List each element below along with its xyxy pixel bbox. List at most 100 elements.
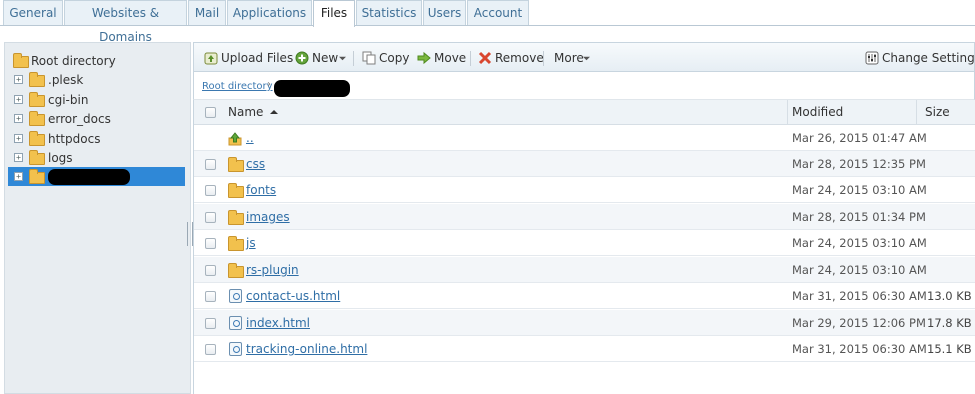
- file-table: Name Modified Size .. Mar 26, 2015 01:47…: [193, 100, 975, 394]
- name-column-header[interactable]: Name: [228, 105, 279, 119]
- folder-icon: [29, 72, 45, 87]
- expand-icon[interactable]: +: [14, 114, 23, 123]
- tab-users[interactable]: Users: [423, 0, 466, 25]
- table-row[interactable]: js Mar 24, 2015 03:10 AM: [194, 230, 975, 256]
- modified-column-header[interactable]: Modified: [792, 105, 843, 119]
- folder-icon: [228, 210, 244, 225]
- tree-item-error-docs[interactable]: + error_docs: [5, 109, 190, 128]
- expand-icon[interactable]: +: [14, 172, 23, 181]
- tree-item-selected-redacted[interactable]: +: [8, 167, 185, 186]
- modified-date: Mar 31, 2015 06:30 AM: [792, 342, 927, 356]
- tree-item-label: error_docs: [48, 112, 111, 126]
- chevron-down-icon: [339, 56, 346, 61]
- tree-item-cgi-bin[interactable]: + cgi-bin: [5, 90, 190, 109]
- change-settings-button[interactable]: Change Settings: [865, 50, 975, 66]
- row-checkbox[interactable]: [205, 185, 216, 196]
- folder-icon: [228, 183, 244, 198]
- tab-applications[interactable]: Applications: [227, 0, 312, 25]
- row-checkbox[interactable]: [205, 265, 216, 276]
- tree-item-plesk[interactable]: + .plesk: [5, 70, 190, 89]
- folder-icon: [29, 169, 45, 184]
- tree-item-label: logs: [48, 151, 73, 165]
- table-row[interactable]: tracking-online.html Mar 31, 2015 06:30 …: [194, 336, 975, 362]
- tab-general[interactable]: General: [3, 0, 63, 25]
- breadcrumb-separator: ›: [267, 79, 271, 90]
- up-folder-icon: [228, 132, 242, 146]
- move-button[interactable]: Move: [417, 50, 466, 66]
- size-column-header[interactable]: Size: [925, 105, 950, 119]
- folder-icon: [13, 53, 29, 68]
- expand-icon[interactable]: +: [14, 134, 23, 143]
- file-name-link[interactable]: images: [246, 210, 290, 224]
- folder-icon: [228, 236, 244, 251]
- row-checkbox[interactable]: [205, 212, 216, 223]
- html-file-icon: [229, 316, 242, 330]
- table-row[interactable]: css Mar 28, 2015 12:35 PM: [194, 151, 975, 177]
- file-size: 13.0 KB: [927, 289, 972, 303]
- tab-websites-domains[interactable]: Websites & Domains: [64, 0, 187, 44]
- table-row[interactable]: contact-us.html Mar 31, 2015 06:30 AM 13…: [194, 283, 975, 309]
- table-row-parent[interactable]: .. Mar 26, 2015 01:47 AM: [194, 125, 975, 151]
- file-name-link[interactable]: tracking-online.html: [246, 342, 367, 356]
- file-name-link[interactable]: css: [246, 157, 265, 171]
- redacted-label: [48, 169, 130, 185]
- upload-files-button[interactable]: Upload Files: [204, 50, 293, 66]
- tree-item-label: cgi-bin: [48, 93, 89, 107]
- tree-root[interactable]: Root directory: [5, 51, 190, 70]
- file-name-link[interactable]: ..: [246, 131, 254, 145]
- row-checkbox[interactable]: [205, 318, 216, 329]
- modified-date: Mar 28, 2015 01:34 PM: [792, 210, 926, 224]
- expand-icon[interactable]: +: [14, 95, 23, 104]
- remove-button[interactable]: Remove: [478, 50, 544, 66]
- modified-date: Mar 24, 2015 03:10 AM: [792, 183, 927, 197]
- table-row[interactable]: images Mar 28, 2015 01:34 PM: [194, 204, 975, 230]
- file-name-link[interactable]: index.html: [246, 316, 310, 330]
- tree-root-label: Root directory: [31, 54, 116, 68]
- row-checkbox[interactable]: [205, 159, 216, 170]
- folder-icon: [228, 263, 244, 278]
- chevron-down-icon: [583, 56, 590, 61]
- tab-statistics[interactable]: Statistics: [356, 0, 422, 25]
- breadcrumb-root-link[interactable]: Root directory: [202, 81, 273, 92]
- copy-button[interactable]: Copy: [362, 50, 409, 66]
- table-row[interactable]: index.html Mar 29, 2015 12:06 PM 17.8 KB: [194, 310, 975, 336]
- row-checkbox[interactable]: [205, 238, 216, 249]
- tab-mail[interactable]: Mail: [188, 0, 226, 25]
- more-button[interactable]: More: [554, 50, 594, 66]
- file-name-link[interactable]: rs-plugin: [246, 263, 299, 277]
- tab-account[interactable]: Account: [467, 0, 529, 25]
- redacted-path: [274, 80, 350, 97]
- tree-item-httpdocs[interactable]: + httpdocs: [5, 129, 190, 148]
- column-divider: [916, 100, 917, 125]
- html-file-icon: [229, 289, 242, 303]
- modified-date: Mar 28, 2015 12:35 PM: [792, 157, 926, 171]
- settings-sliders-icon: [865, 51, 879, 65]
- row-checkbox[interactable]: [205, 344, 216, 355]
- file-name-link[interactable]: fonts: [246, 183, 276, 197]
- expand-icon[interactable]: +: [14, 153, 23, 162]
- modified-date: Mar 29, 2015 12:06 PM: [792, 316, 926, 330]
- toolbar-divider: [353, 51, 354, 66]
- upload-icon: [204, 52, 218, 65]
- new-button[interactable]: New: [295, 50, 347, 66]
- file-name-link[interactable]: js: [246, 236, 256, 250]
- tree-item-logs[interactable]: + logs: [5, 148, 190, 167]
- column-divider: [787, 100, 788, 125]
- expand-icon[interactable]: +: [14, 75, 23, 84]
- select-all-checkbox[interactable]: [205, 107, 216, 118]
- html-file-icon: [229, 342, 242, 356]
- tab-files[interactable]: Files: [313, 0, 355, 27]
- delete-x-icon: [478, 51, 492, 65]
- copy-icon: [362, 51, 376, 65]
- modified-date: Mar 24, 2015 03:10 AM: [792, 236, 927, 250]
- table-row[interactable]: fonts Mar 24, 2015 03:10 AM: [194, 177, 975, 203]
- tree-item-label: .plesk: [48, 73, 84, 87]
- row-checkbox[interactable]: [205, 291, 216, 302]
- sort-ascending-icon: [270, 110, 279, 114]
- file-name-link[interactable]: contact-us.html: [246, 289, 340, 303]
- arrow-right-icon: [417, 51, 431, 65]
- folder-icon: [29, 111, 45, 126]
- folder-icon: [29, 131, 45, 146]
- table-row[interactable]: rs-plugin Mar 24, 2015 03:10 AM: [194, 257, 975, 283]
- plus-circle-icon: [295, 51, 309, 65]
